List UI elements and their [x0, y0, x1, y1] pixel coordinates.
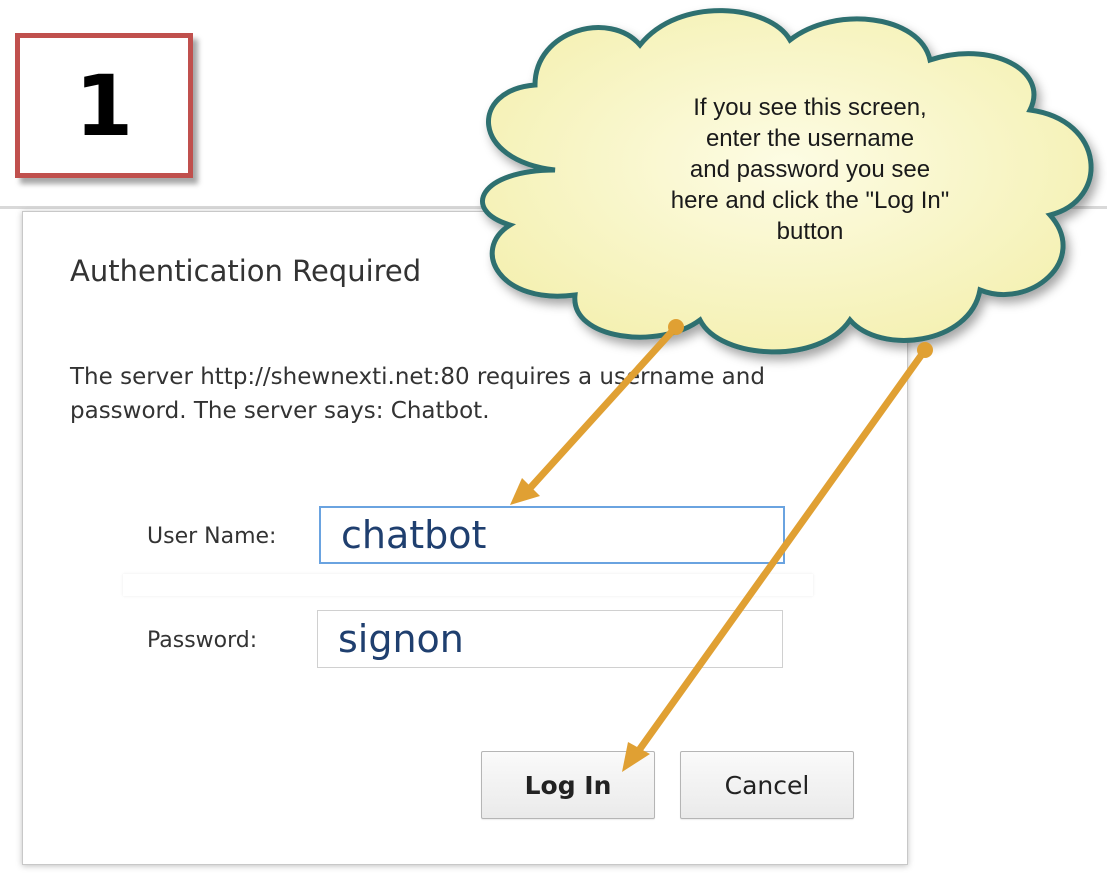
cancel-button[interactable]: Cancel [680, 751, 854, 819]
password-label: Password: [147, 628, 258, 653]
authentication-dialog: Authentication Required The server http:… [22, 211, 908, 865]
step-number: 1 [74, 56, 134, 155]
dialog-title: Authentication Required [70, 254, 422, 288]
dialog-message: The server http://shewnexti.net:80 requi… [70, 364, 765, 424]
username-label: User Name: [147, 524, 277, 549]
username-input[interactable] [319, 506, 785, 564]
callout-text: If you see this screen, enter the userna… [600, 92, 1020, 247]
callout-line: If you see this screen, [693, 94, 927, 121]
callout-line: and password you see [689, 156, 931, 183]
callout-line: button [776, 218, 844, 245]
login-button[interactable]: Log In [481, 751, 655, 819]
field-separator [123, 574, 813, 596]
callout-line: here and click the "Log In" [670, 187, 950, 214]
tutorial-screenshot: 1 Authentication Required The server htt… [0, 0, 1107, 873]
callout-line: enter the username [705, 125, 915, 152]
step-number-box: 1 [15, 33, 193, 178]
password-input[interactable] [317, 610, 783, 668]
